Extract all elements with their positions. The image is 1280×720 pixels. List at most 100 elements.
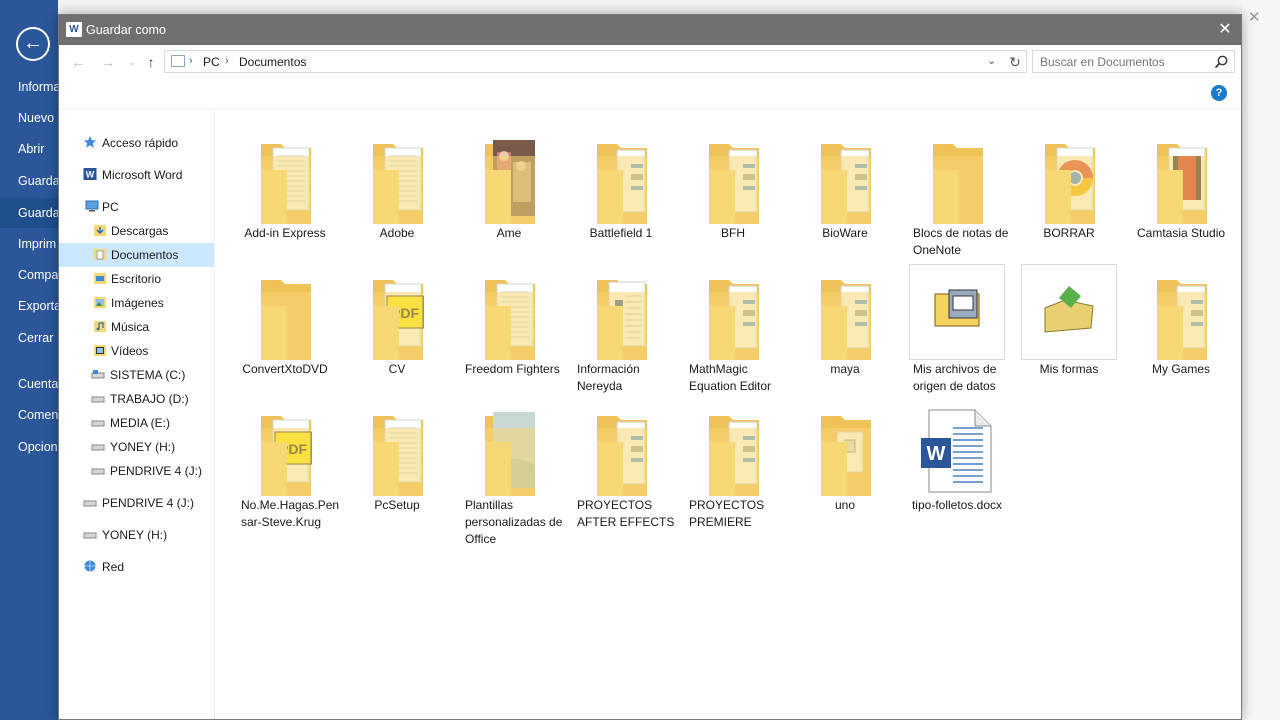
backstage-close-icon[interactable]: ✕ xyxy=(1248,8,1261,26)
breadcrumb-chevron-icon[interactable]: › xyxy=(225,55,229,67)
pictures-icon xyxy=(94,297,106,308)
rail-item-save-as[interactable]: Guardar xyxy=(0,198,58,228)
backstage-rail: ← Informa Nuevo Abrir Guardar Guardar Im… xyxy=(0,0,58,720)
nav-item-sistema-c[interactable]: SISTEMA (C:) xyxy=(59,363,214,387)
file-item[interactable]: Mis formas xyxy=(1013,260,1125,390)
backstage-right-strip xyxy=(1242,0,1280,720)
file-item[interactable]: PDF CV xyxy=(341,260,453,390)
nav-item-yoney-h[interactable]: YONEY (H:) xyxy=(59,435,214,459)
folder-icon xyxy=(811,270,881,360)
rail-item-open[interactable]: Abrir xyxy=(18,142,58,156)
folder-icon xyxy=(699,270,769,360)
back-button[interactable]: ← xyxy=(16,27,50,61)
music-icon xyxy=(94,321,106,332)
file-item[interactable]: maya xyxy=(789,260,901,390)
file-name: Información Nereyda xyxy=(577,362,640,393)
rail-item-save[interactable]: Guardar xyxy=(18,174,58,188)
file-item[interactable]: Add-in Express xyxy=(229,124,341,254)
file-item[interactable]: BFH xyxy=(677,124,789,254)
back-arrow-icon[interactable]: ← xyxy=(69,53,87,71)
file-item[interactable]: Camtasia Studio xyxy=(1125,124,1237,254)
file-name: Camtasia Studio xyxy=(1137,226,1226,240)
breadcrumb-pc[interactable]: PC xyxy=(203,55,220,69)
file-name: PROYECTOS PREMIERE xyxy=(689,498,765,529)
file-name: Blocs de notas de OneNote xyxy=(913,226,1009,257)
nav-item-descargas[interactable]: Descargas xyxy=(59,219,214,243)
rail-item-print[interactable]: Imprim xyxy=(18,237,58,251)
address-dropdown-icon[interactable]: ⌄ xyxy=(987,54,996,67)
computer-icon xyxy=(85,200,99,212)
recent-locations-chevron-icon[interactable]: ⌄ xyxy=(123,53,141,71)
file-item[interactable]: Ame xyxy=(453,124,565,254)
nav-item-trabajo-d[interactable]: TRABAJO (D:) xyxy=(59,387,214,411)
help-icon[interactable]: ? xyxy=(1211,85,1227,101)
nav-item-microsoft-word[interactable]: W Microsoft Word xyxy=(59,163,214,187)
search-icon[interactable] xyxy=(1213,54,1229,70)
search-input[interactable] xyxy=(1033,51,1203,72)
file-item[interactable]: Freedom Fighters xyxy=(453,260,565,390)
file-item[interactable]: My Games xyxy=(1125,260,1237,390)
nav-item-pendrive-j[interactable]: PENDRIVE 4 (J:) xyxy=(59,459,214,483)
rail-item-close[interactable]: Cerrar xyxy=(18,331,58,345)
file-item[interactable]: Plantillas personalizadas de Office xyxy=(453,396,565,546)
file-item[interactable]: BioWare xyxy=(789,124,901,254)
forward-arrow-icon[interactable]: → xyxy=(99,53,117,71)
refresh-icon[interactable]: ↻ xyxy=(1006,53,1024,71)
drive-icon xyxy=(91,468,105,475)
rail-item-account[interactable]: Cuenta xyxy=(18,377,58,391)
rail-item-new[interactable]: Nuevo xyxy=(18,111,58,125)
file-item[interactable]: Mis archivos de origen de datos xyxy=(901,260,1013,393)
nav-item-musica[interactable]: Música xyxy=(59,315,214,339)
folder-icon xyxy=(1035,134,1105,224)
rail-item-share[interactable]: Compa xyxy=(18,268,58,282)
file-list-view: Add-in Express Adobe Ame Battlefield 1 BFH Bi… xyxy=(216,110,1241,719)
dialog-close-button[interactable]: ✕ xyxy=(1215,20,1235,40)
file-name: Add-in Express xyxy=(244,226,326,240)
drive-icon xyxy=(91,420,105,427)
breadcrumb-chevron-icon[interactable]: › xyxy=(189,55,193,67)
up-arrow-icon[interactable]: ↑ xyxy=(142,53,160,71)
file-item[interactable]: Wtipo-folletos.docx xyxy=(901,396,1013,526)
file-item[interactable]: Battlefield 1 xyxy=(565,124,677,254)
file-item[interactable]: Adobe xyxy=(341,124,453,254)
nav-item-yoney-h-root[interactable]: YONEY (H:) xyxy=(59,523,214,547)
svg-text:W: W xyxy=(927,443,946,465)
folder-icon xyxy=(363,406,433,496)
file-name: tipo-folletos.docx xyxy=(911,498,1003,512)
nav-item-red[interactable]: Red xyxy=(59,555,214,579)
nav-label: Acceso rápido xyxy=(102,136,179,150)
file-item[interactable]: PROYECTOS AFTER EFFECTS xyxy=(565,396,677,529)
folder-icon xyxy=(251,134,321,224)
rail-item-options[interactable]: Opcion xyxy=(18,440,58,454)
file-item[interactable]: uno xyxy=(789,396,901,526)
nav-item-escritorio[interactable]: Escritorio xyxy=(59,267,214,291)
file-name: Mis formas xyxy=(1039,362,1099,376)
file-item[interactable]: PcSetup xyxy=(341,396,453,526)
nav-item-pc[interactable]: PC xyxy=(59,195,214,219)
search-box[interactable] xyxy=(1032,50,1235,73)
nav-item-pendrive-j-root[interactable]: PENDRIVE 4 (J:) xyxy=(59,491,214,515)
nav-label: MEDIA (E:) xyxy=(110,416,171,430)
rail-item-info[interactable]: Informa xyxy=(18,80,58,94)
nav-label: Imágenes xyxy=(111,296,164,310)
nav-item-imagenes[interactable]: Imágenes xyxy=(59,291,214,315)
dialog-titlebar[interactable]: W Guardar como ✕ xyxy=(59,15,1241,45)
nav-label: PENDRIVE 4 (J:) xyxy=(110,464,203,478)
file-item[interactable]: PROYECTOS PREMIERE xyxy=(677,396,789,529)
file-item[interactable]: MathMagic Equation Editor xyxy=(677,260,789,393)
file-item[interactable]: Blocs de notas de OneNote xyxy=(901,124,1013,257)
file-item[interactable]: ConvertXtoDVD xyxy=(229,260,341,390)
breadcrumb-documentos[interactable]: Documentos xyxy=(239,55,306,69)
folder-icon xyxy=(475,270,545,360)
file-item[interactable]: Información Nereyda xyxy=(565,260,677,393)
nav-label: YONEY (H:) xyxy=(110,440,176,454)
file-item[interactable]: BORRAR xyxy=(1013,124,1125,254)
rail-item-export[interactable]: Exporta xyxy=(18,299,58,313)
nav-item-media-e[interactable]: MEDIA (E:) xyxy=(59,411,214,435)
address-bar[interactable]: › PC › Documentos ⌄ xyxy=(164,50,1027,73)
nav-item-quick-access[interactable]: Acceso rápido xyxy=(59,131,214,155)
file-item[interactable]: PDFNo.Me.Hagas.Pensar-Steve.Krug xyxy=(229,396,341,529)
nav-item-videos[interactable]: Vídeos xyxy=(59,339,214,363)
nav-item-documentos[interactable]: Documentos xyxy=(59,243,214,267)
rail-item-feedback[interactable]: Coment xyxy=(18,408,58,422)
